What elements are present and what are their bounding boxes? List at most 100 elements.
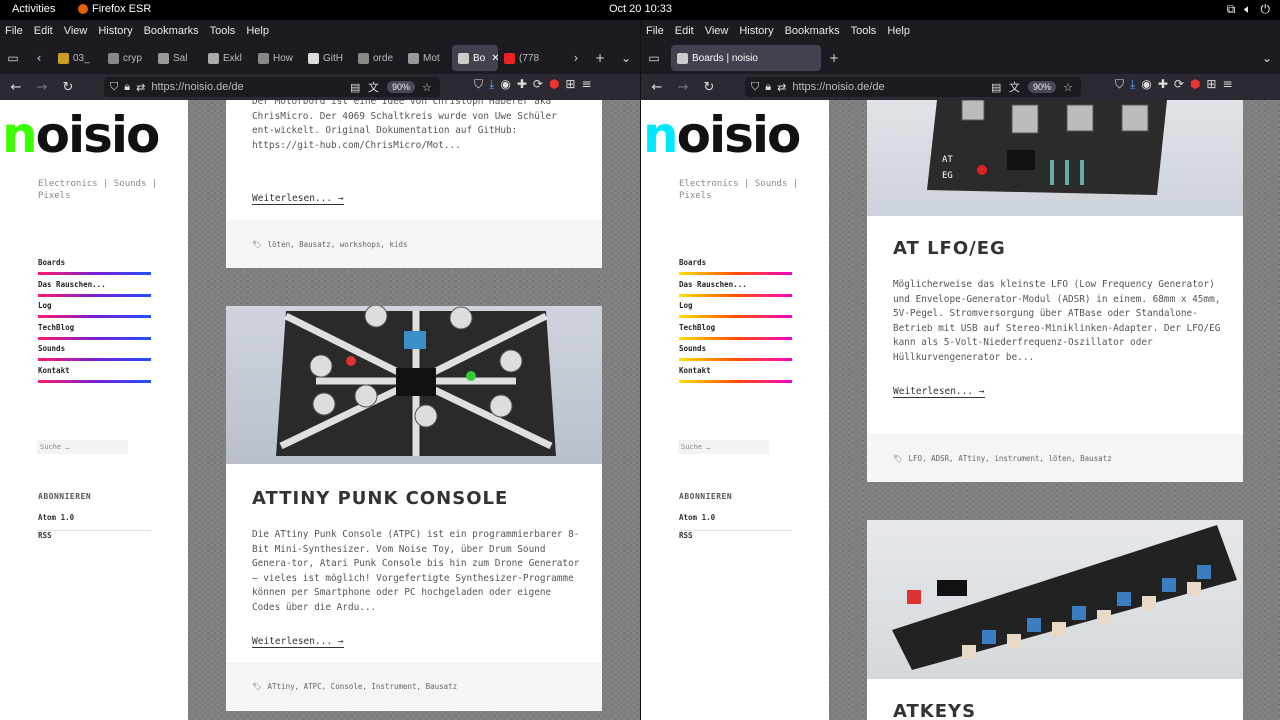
nav-kontakt[interactable]: Kontakt: [679, 366, 792, 388]
sync-icon[interactable]: ⟳: [533, 77, 543, 92]
pocket-icon[interactable]: ⛉: [1115, 77, 1124, 92]
nav-log[interactable]: Log: [679, 301, 792, 323]
new-tab-icon[interactable]: +: [821, 45, 847, 71]
menu-view[interactable]: View: [705, 25, 729, 37]
translate-icon[interactable]: 文: [1009, 79, 1020, 95]
scroll-right-icon[interactable]: ›: [563, 45, 589, 71]
post-title[interactable]: AT LFO/EG: [893, 238, 1006, 259]
nav-boards[interactable]: Boards: [38, 258, 151, 280]
new-tab-icon[interactable]: +: [587, 45, 613, 71]
menu-file[interactable]: File: [646, 25, 664, 37]
feed-rss-link[interactable]: RSS: [38, 531, 151, 549]
nav-boards[interactable]: Boards: [679, 258, 792, 280]
forward-icon[interactable]: →: [671, 76, 695, 98]
shield-icon[interactable]: ⛉: [110, 81, 118, 94]
tab-0[interactable]: 03_: [52, 45, 102, 71]
menu-bookmarks[interactable]: Bookmarks: [144, 25, 199, 37]
scroll-left-icon[interactable]: ‹: [26, 45, 52, 71]
tags-list[interactable]: LFO, ADSR, ATtiny, instrument, löten, Ba…: [909, 454, 1112, 463]
nav-sounds[interactable]: Sounds: [38, 344, 151, 366]
downloads-icon[interactable]: ⤓: [489, 77, 494, 92]
extensions-icon[interactable]: ✚: [1158, 77, 1168, 92]
url-text[interactable]: https://noisio.de/de: [151, 81, 243, 93]
nav-sounds[interactable]: Sounds: [679, 344, 792, 366]
tab-3[interactable]: Exkl: [202, 45, 252, 71]
lock-icon[interactable]: 🔒︎: [765, 81, 771, 94]
forward-icon[interactable]: →: [30, 76, 54, 98]
feed-atom-link[interactable]: Atom 1.0: [679, 513, 792, 531]
read-more-link[interactable]: Weiterlesen... →: [893, 379, 985, 398]
reload-icon[interactable]: ↻: [56, 76, 80, 98]
nav-das-rauschen[interactable]: Das Rauschen...: [38, 280, 151, 302]
shield-icon[interactable]: ⛉: [751, 81, 759, 94]
permissions-icon[interactable]: ⇄: [777, 81, 786, 94]
tags-list[interactable]: ATtiny, ATPC, Console, Instrument, Bausa…: [268, 682, 458, 691]
app-menu[interactable]: Firefox ESR: [78, 3, 151, 15]
tab-5[interactable]: GitH: [302, 45, 352, 71]
reload-icon[interactable]: ↻: [697, 76, 721, 98]
tab-4[interactable]: How: [252, 45, 302, 71]
post-title[interactable]: ATTINY PUNK CONSOLE: [252, 488, 508, 509]
tab-list-icon[interactable]: ⌄: [613, 45, 639, 71]
hamburger-menu-icon[interactable]: ≡: [581, 77, 591, 92]
system-tray[interactable]: ⧉ 🔈︎ ⏻: [1227, 2, 1270, 17]
bookmark-star-icon[interactable]: ☆: [1063, 81, 1073, 94]
nav-techblog[interactable]: TechBlog: [679, 323, 792, 345]
tab-list-icon[interactable]: ⌄: [1254, 45, 1280, 71]
downloads-icon[interactable]: ⤓: [1130, 77, 1135, 92]
tab-8[interactable]: Bo ✕: [452, 45, 498, 71]
tab-2[interactable]: Sal: [152, 45, 202, 71]
extension2-icon[interactable]: ⊞: [1206, 77, 1216, 92]
extensions-icon[interactable]: ✚: [517, 77, 527, 92]
account-icon[interactable]: ◉: [500, 77, 510, 92]
menu-tools[interactable]: Tools: [210, 25, 236, 37]
read-more-link[interactable]: Weiterlesen... →: [252, 186, 344, 205]
nav-kontakt[interactable]: Kontakt: [38, 366, 151, 388]
url-bar[interactable]: ⛉ 🔒︎ ⇄ https://noisio.de/de ▤ 文 90% ☆: [104, 77, 440, 97]
tab-7[interactable]: Mot: [402, 45, 452, 71]
menu-help[interactable]: Help: [246, 25, 269, 37]
translate-icon[interactable]: 文: [368, 79, 379, 95]
menu-view[interactable]: View: [64, 25, 88, 37]
read-more-text[interactable]: Weiterlesen... →: [252, 636, 344, 648]
menu-file[interactable]: File: [5, 25, 23, 37]
read-more-text[interactable]: Weiterlesen... →: [893, 386, 985, 398]
post-image[interactable]: [226, 306, 602, 464]
tab-6[interactable]: orde: [352, 45, 402, 71]
zoom-indicator[interactable]: 90%: [1028, 81, 1057, 93]
site-logo[interactable]: noisio: [643, 110, 801, 160]
bookmark-star-icon[interactable]: ☆: [422, 81, 432, 94]
permissions-icon[interactable]: ⇄: [136, 81, 145, 94]
tags-list[interactable]: löten, Bausatz, workshops, kids: [268, 240, 408, 249]
reader-view-icon[interactable]: ▤: [350, 81, 360, 94]
search-input[interactable]: Suche …: [678, 440, 769, 454]
tab-overview-icon[interactable]: ▭: [0, 45, 26, 71]
menu-history[interactable]: History: [98, 25, 132, 37]
nav-techblog[interactable]: TechBlog: [38, 323, 151, 345]
close-tab-icon[interactable]: ✕: [491, 53, 498, 64]
nav-das-rauschen[interactable]: Das Rauschen...: [679, 280, 792, 302]
clock[interactable]: Oct 20 10:33: [609, 3, 672, 15]
back-icon[interactable]: ←: [4, 76, 28, 98]
menu-edit[interactable]: Edit: [675, 25, 694, 37]
read-more-link[interactable]: Weiterlesen... →: [252, 629, 344, 648]
account-icon[interactable]: ◉: [1141, 77, 1151, 92]
feed-rss-link[interactable]: RSS: [679, 531, 792, 549]
read-more-text[interactable]: Weiterlesen... →: [252, 193, 344, 205]
tab-1[interactable]: cryp: [102, 45, 152, 71]
reader-view-icon[interactable]: ▤: [991, 81, 1001, 94]
site-logo[interactable]: noisio: [2, 110, 160, 160]
menu-tools[interactable]: Tools: [851, 25, 877, 37]
lock-icon[interactable]: 🔒︎: [124, 81, 130, 94]
extension2-icon[interactable]: ⊞: [565, 77, 575, 92]
search-input[interactable]: Suche …: [37, 440, 128, 454]
menu-history[interactable]: History: [739, 25, 773, 37]
zoom-indicator[interactable]: 90%: [387, 81, 416, 93]
ublock-icon[interactable]: ⬢: [549, 77, 559, 92]
tab-boards-noisio[interactable]: Boards | noisio: [671, 45, 821, 71]
ublock-icon[interactable]: ⬢: [1190, 77, 1200, 92]
hamburger-menu-icon[interactable]: ≡: [1222, 77, 1232, 92]
menu-bookmarks[interactable]: Bookmarks: [785, 25, 840, 37]
post-title[interactable]: ATKEYS: [893, 701, 976, 720]
activities-button[interactable]: Activities: [12, 3, 55, 15]
